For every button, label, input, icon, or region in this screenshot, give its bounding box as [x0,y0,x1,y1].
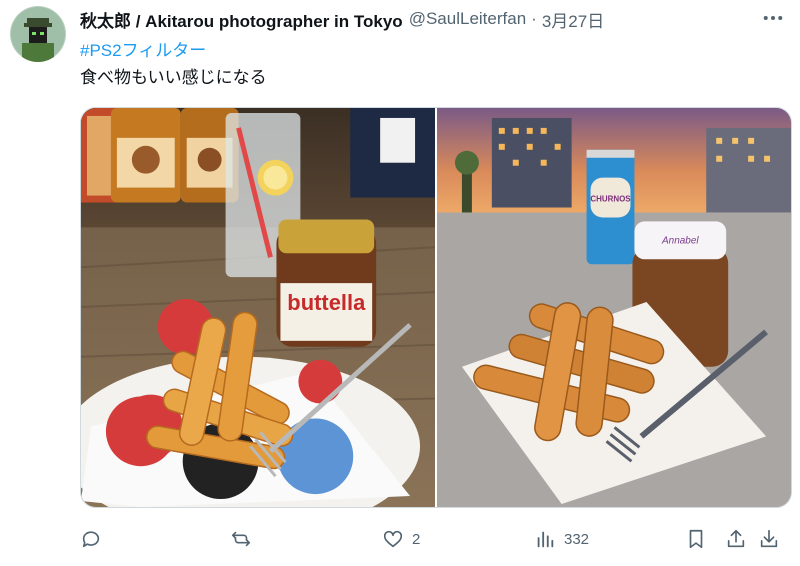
jar-label: buttella [287,290,366,315]
bookmark-icon [689,529,703,549]
share-icon [727,529,745,548]
heart-icon [383,530,403,548]
separator-dot: · [531,9,537,28]
author-name[interactable]: 秋太郎 / Akitarou photographer in Tokyo [80,7,403,32]
photo-right[interactable]: CHURNOS Annabel [437,108,791,507]
share-button[interactable] [725,522,747,556]
tweet-text: 食べ物もいい感じになる [80,68,267,87]
photo-left[interactable]: buttella [81,108,435,507]
reply-button[interactable] [80,522,110,556]
tweet-date[interactable]: 3月27日 [542,7,604,32]
like-count: 2 [412,530,421,548]
like-button[interactable]: 2 [382,522,420,556]
reply-icon [82,531,100,548]
view-count: 332 [564,530,590,548]
views-button[interactable]: 332 [534,522,589,556]
bookmark-button[interactable] [685,522,707,556]
bar-chart-icon [537,531,554,548]
jar-lid-text: Annabel [661,235,699,246]
download-icon [760,529,778,548]
hashtag-link[interactable]: #PS2フィルター [80,36,206,61]
can-label: CHURNOS [590,195,630,204]
retweet-button[interactable] [230,522,260,556]
action-bar: 2 332 [80,522,792,556]
avatar[interactable] [10,6,66,62]
author-handle[interactable]: @SaulLeiterfan [409,9,526,29]
tweet-header: 秋太郎 / Akitarou photographer in Tokyo @Sa… [80,7,740,31]
download-button[interactable] [758,522,780,556]
more-options-icon[interactable] [762,8,784,28]
media-grid: buttella CHURNOS Annabel [80,107,792,508]
retweet-icon [231,531,251,547]
